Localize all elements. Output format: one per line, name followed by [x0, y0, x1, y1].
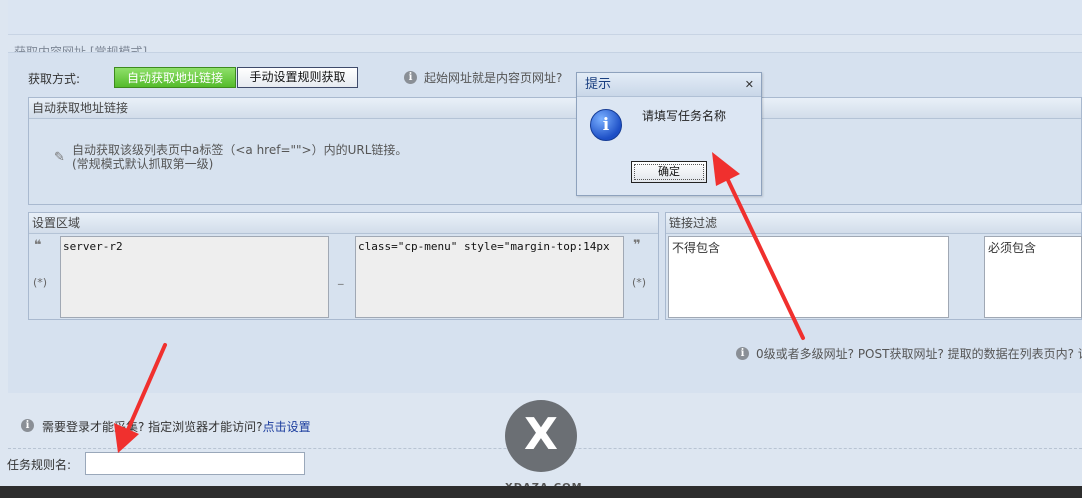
annotation-arrows [114, 152, 805, 453]
arrow-to-ok-button [712, 152, 805, 340]
arrow-to-rule-input [114, 343, 167, 453]
